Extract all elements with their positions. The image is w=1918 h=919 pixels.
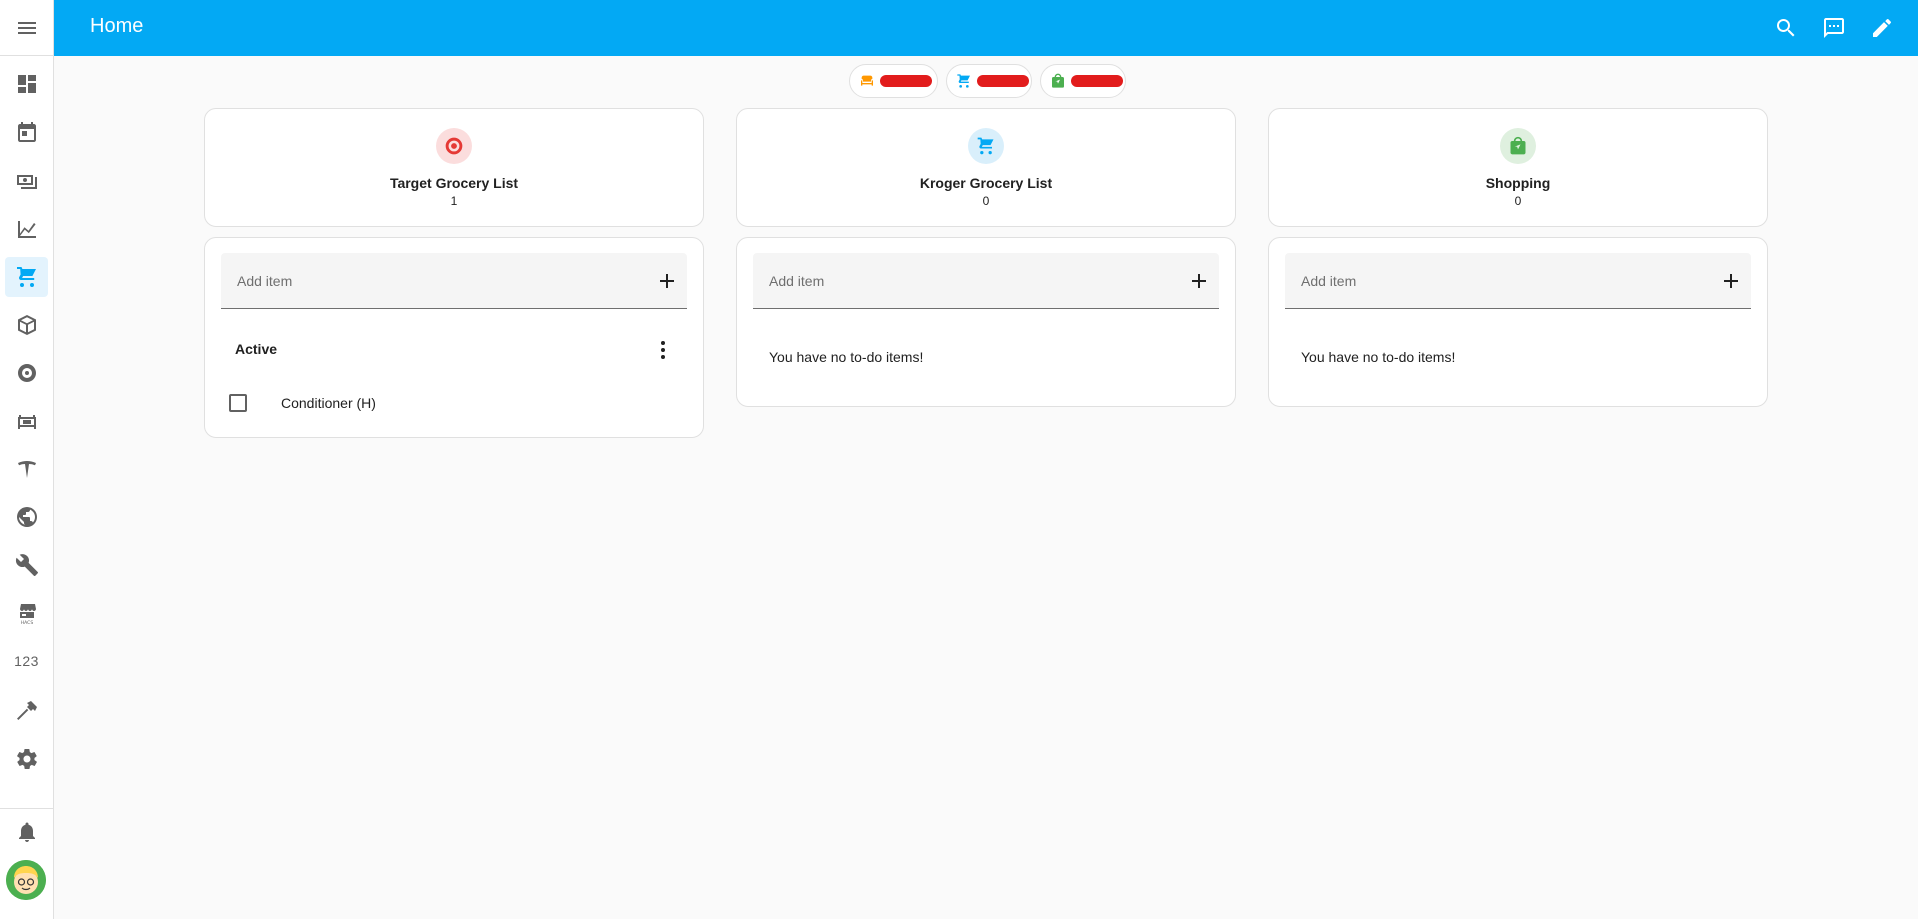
bell-icon	[18, 822, 35, 842]
todo-list-target: Active Conditioner (H)	[204, 237, 704, 438]
dashboard-icon	[17, 75, 36, 93]
tile-shopping[interactable]: Shopping 0	[1268, 108, 1768, 227]
tesla-icon	[17, 461, 36, 478]
shopping-icon	[1052, 73, 1064, 88]
redacted-value	[880, 75, 932, 87]
target-icon	[445, 137, 463, 155]
top-app-bar: Home	[54, 0, 1918, 56]
assist-button[interactable]	[1818, 12, 1850, 44]
tile-icon-wrap	[968, 128, 1004, 164]
tile-name: Kroger Grocery List	[919, 175, 1053, 191]
sidebar: HACS 123	[0, 0, 54, 919]
badge-shopping[interactable]	[1040, 64, 1126, 98]
add-item-field[interactable]	[221, 253, 687, 309]
counter-icon: 123	[14, 653, 39, 669]
finance-icon	[16, 175, 37, 189]
tile-target-grocery[interactable]: Target Grocery List 1	[204, 108, 704, 227]
tile-count: 0	[1514, 194, 1522, 208]
camera-icon	[17, 364, 36, 382]
todo-item-checkbox[interactable]	[229, 394, 247, 412]
sidebar-item-camera[interactable]	[5, 353, 48, 393]
more-vertical-icon	[661, 341, 665, 359]
menu-icon	[18, 21, 36, 34]
globe-icon	[16, 507, 37, 527]
hammer-icon	[16, 701, 37, 720]
sidebar-item-history[interactable]	[5, 209, 48, 249]
sidebar-item-tesla[interactable]	[5, 449, 48, 489]
cart-icon	[957, 74, 970, 88]
sidebar-divider	[0, 808, 54, 809]
add-item-button[interactable]	[1719, 269, 1743, 293]
sidebar-item-finance[interactable]	[5, 161, 48, 201]
section-menu-button[interactable]	[651, 338, 675, 362]
history-icon	[17, 221, 36, 238]
todo-list-shopping: You have no to-do items!	[1268, 237, 1768, 407]
add-item-field[interactable]	[1285, 253, 1751, 309]
svg-text:HACS: HACS	[20, 620, 33, 625]
avatar[interactable]	[6, 860, 46, 900]
sidebar-item-todo[interactable]	[5, 257, 48, 297]
add-item-button[interactable]	[1187, 269, 1211, 293]
todo-item[interactable]: Conditioner (H)	[221, 385, 687, 421]
add-item-input[interactable]	[221, 253, 641, 309]
cart-icon	[977, 137, 994, 155]
wrench-icon	[15, 554, 38, 576]
edit-icon	[1873, 19, 1891, 37]
plus-icon	[1192, 274, 1206, 288]
redacted-value	[1071, 75, 1123, 87]
badge-kroger[interactable]	[946, 64, 1032, 98]
tile-count: 1	[450, 194, 458, 208]
assist-icon	[1824, 18, 1844, 38]
todo-item-label: Conditioner (H)	[281, 395, 376, 411]
empty-message: You have no to-do items!	[1301, 349, 1456, 365]
calendar-icon	[17, 122, 36, 142]
add-item-button[interactable]	[655, 269, 679, 293]
sidebar-item-package[interactable]	[5, 305, 48, 345]
bed-icon	[17, 415, 36, 429]
cart-icon	[16, 267, 36, 287]
tile-icon-wrap	[1500, 128, 1536, 164]
shopping-icon	[1510, 136, 1526, 155]
tile-icon-wrap	[436, 128, 472, 164]
search-button[interactable]	[1770, 12, 1802, 44]
sidebar-item-hacs[interactable]: HACS	[5, 593, 48, 633]
sofa-icon	[861, 75, 873, 86]
redacted-value	[977, 75, 1029, 87]
plus-icon	[660, 274, 674, 288]
sidebar-item-settings[interactable]	[5, 739, 48, 779]
sidebar-item-counter[interactable]: 123	[5, 641, 48, 681]
search-icon	[1777, 19, 1795, 37]
add-item-input[interactable]	[1285, 253, 1705, 309]
add-item-input[interactable]	[753, 253, 1173, 309]
settings-icon	[16, 749, 37, 769]
add-item-field[interactable]	[753, 253, 1219, 309]
sidebar-item-calendar[interactable]	[5, 112, 48, 152]
sidebar-item-bed[interactable]	[5, 401, 48, 441]
tile-kroger-grocery[interactable]: Kroger Grocery List 0	[736, 108, 1236, 227]
avatar-image	[6, 860, 46, 900]
page-title: Home	[90, 15, 144, 37]
empty-message: You have no to-do items!	[769, 349, 924, 365]
tile-name: Target Grocery List	[389, 175, 519, 191]
section-title-active: Active	[235, 341, 278, 357]
sidebar-item-developer[interactable]	[5, 545, 48, 585]
tile-name: Shopping	[1485, 175, 1551, 191]
plus-icon	[1724, 274, 1738, 288]
sidebar-item-overview[interactable]	[5, 64, 48, 104]
menu-button[interactable]	[0, 0, 54, 56]
edit-dashboard-button[interactable]	[1866, 12, 1898, 44]
package-icon	[17, 315, 36, 335]
todo-list-kroger: You have no to-do items!	[736, 237, 1236, 407]
tile-count: 0	[982, 194, 990, 208]
sidebar-item-notifications[interactable]	[5, 812, 48, 852]
sidebar-item-globe[interactable]	[5, 497, 48, 537]
sidebar-item-hammer[interactable]	[5, 691, 48, 731]
badge-living-room[interactable]	[849, 64, 938, 98]
hacs-icon: HACS	[18, 604, 36, 625]
